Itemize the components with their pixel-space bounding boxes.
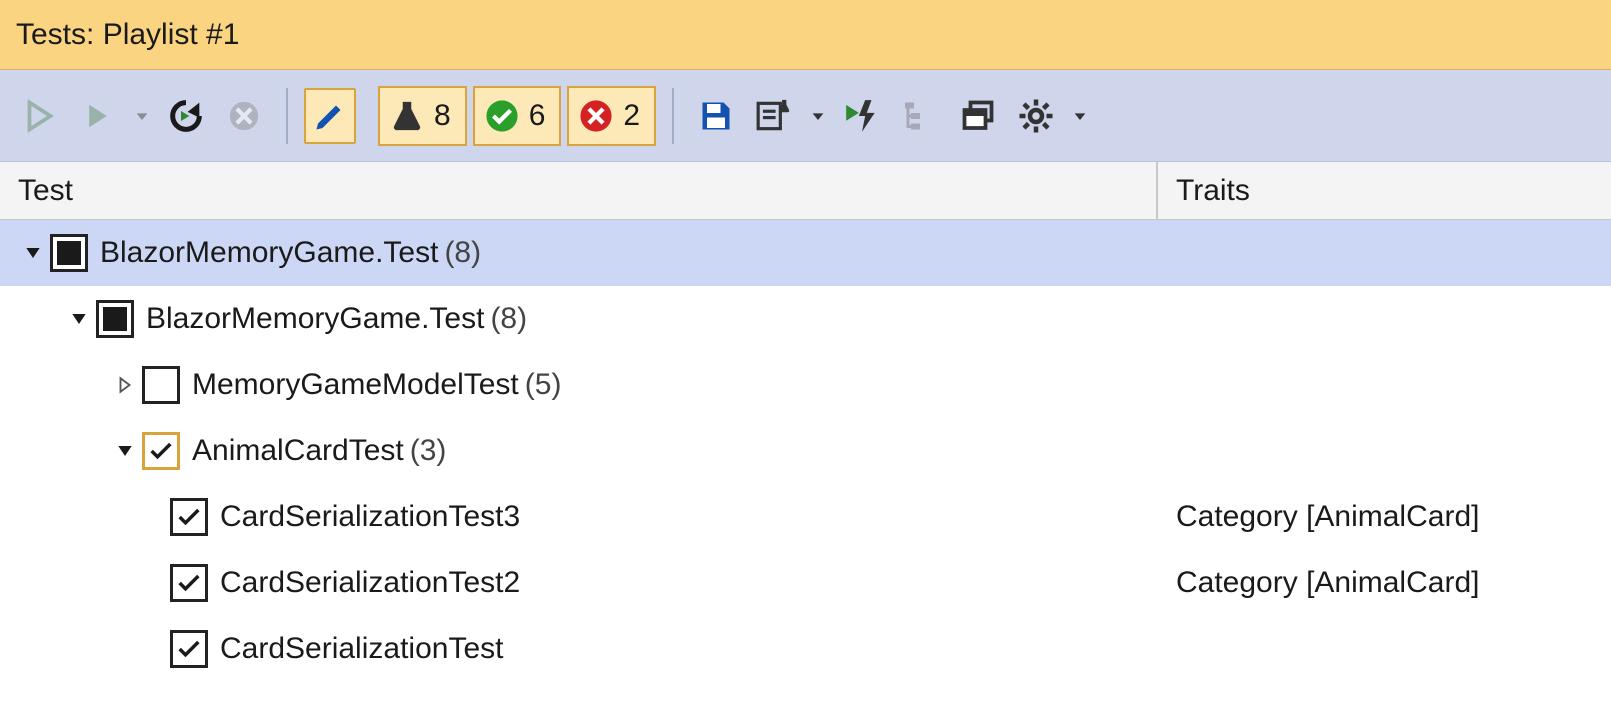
settings-dropdown[interactable] [1068, 88, 1092, 144]
tree-row-test[interactable]: CardSerializationTest3 Category [AnimalC… [0, 484, 1611, 550]
settings-button[interactable] [1010, 88, 1062, 144]
expander[interactable] [112, 372, 138, 398]
pencil-icon [312, 98, 348, 134]
tree-count: (8) [490, 302, 527, 336]
checkbox-checked[interactable] [170, 498, 208, 536]
show-windows-button[interactable] [952, 88, 1004, 144]
save-button[interactable] [690, 88, 742, 144]
column-header-test[interactable]: Test [0, 162, 1158, 219]
check-icon [175, 503, 203, 531]
total-tests-counter[interactable]: 8 [378, 86, 467, 146]
tree-row-class[interactable]: MemoryGameModelTest (5) [0, 352, 1611, 418]
column-header-traits[interactable]: Traits [1158, 162, 1611, 219]
passed-count: 6 [529, 99, 546, 133]
tree-label: BlazorMemoryGame.Test [146, 302, 484, 336]
tree-row-project[interactable]: BlazorMemoryGame.Test (8) [0, 220, 1611, 286]
expander[interactable] [66, 306, 92, 332]
cancel-button[interactable] [218, 88, 270, 144]
checkbox-checked[interactable] [170, 630, 208, 668]
chevron-down-icon [1072, 108, 1088, 124]
playlist-button[interactable] [748, 88, 800, 144]
test-tree: BlazorMemoryGame.Test (8) BlazorMemoryGa… [0, 220, 1611, 682]
tree-row-test[interactable]: CardSerializationTest2 Category [AnimalC… [0, 550, 1611, 616]
playlist-icon [755, 97, 793, 135]
tree-label: CardSerializationTest2 [220, 566, 520, 600]
trait-value: Category [AnimalCard] [1158, 566, 1611, 600]
toolbar-divider [286, 88, 288, 144]
checkbox-checked[interactable] [142, 432, 180, 470]
tree-count: (5) [525, 368, 562, 402]
save-icon [698, 98, 734, 134]
play-icon [83, 101, 113, 131]
tree-label: MemoryGameModelTest [192, 368, 519, 402]
chevron-expanded-icon [23, 243, 43, 263]
failed-tests-counter[interactable]: 2 [567, 86, 656, 146]
tree-label: BlazorMemoryGame.Test [100, 236, 438, 270]
tree-label: CardSerializationTest3 [220, 500, 520, 534]
cancel-icon [227, 99, 261, 133]
play-outline-icon [22, 98, 58, 134]
play-bolt-icon [843, 97, 881, 135]
chevron-down-icon [134, 108, 150, 124]
windows-stack-icon [960, 98, 996, 134]
check-icon [147, 437, 175, 465]
edit-playlist-button[interactable] [304, 88, 356, 144]
tree-count: (8) [444, 236, 481, 270]
chevron-expanded-icon [69, 309, 89, 329]
title-bar: Tests: Playlist #1 [0, 0, 1611, 70]
toolbar-divider [672, 88, 674, 144]
tree-row-class[interactable]: AnimalCardTest (3) [0, 418, 1611, 484]
chevron-collapsed-icon [116, 376, 134, 394]
run-button[interactable] [72, 88, 124, 144]
column-headers: Test Traits [0, 162, 1611, 220]
checkbox-unchecked[interactable] [142, 366, 180, 404]
window-title: Tests: Playlist #1 [16, 18, 239, 52]
failed-count: 2 [623, 99, 640, 133]
total-count: 8 [434, 99, 451, 133]
rerun-icon [166, 96, 206, 136]
pass-icon [485, 99, 519, 133]
check-icon [175, 569, 203, 597]
flask-icon [390, 99, 424, 133]
check-icon [175, 635, 203, 663]
run-until-failure-button[interactable] [836, 88, 888, 144]
gear-icon [1018, 98, 1054, 134]
group-by-button[interactable] [894, 88, 946, 144]
test-counters: 8 6 2 [378, 86, 656, 146]
playlist-dropdown[interactable] [806, 88, 830, 144]
tree-row-namespace[interactable]: BlazorMemoryGame.Test (8) [0, 286, 1611, 352]
expander[interactable] [112, 438, 138, 464]
run-dropdown[interactable] [130, 88, 154, 144]
passed-tests-counter[interactable]: 6 [473, 86, 562, 146]
checkbox-mixed[interactable] [50, 234, 88, 272]
trait-value: Category [AnimalCard] [1158, 500, 1611, 534]
run-all-in-view-button[interactable] [14, 88, 66, 144]
checkbox-checked[interactable] [170, 564, 208, 602]
tree-count: (3) [410, 434, 447, 468]
chevron-expanded-icon [115, 441, 135, 461]
chevron-down-icon [810, 108, 826, 124]
tree-label: AnimalCardTest [192, 434, 404, 468]
checkbox-mixed[interactable] [96, 300, 134, 338]
fail-icon [579, 99, 613, 133]
toolbar: 8 6 2 [0, 70, 1611, 162]
hierarchy-icon [902, 98, 938, 134]
tree-label: CardSerializationTest [220, 632, 503, 666]
repeat-last-run-button[interactable] [160, 88, 212, 144]
tree-row-test[interactable]: CardSerializationTest [0, 616, 1611, 682]
expander[interactable] [20, 240, 46, 266]
